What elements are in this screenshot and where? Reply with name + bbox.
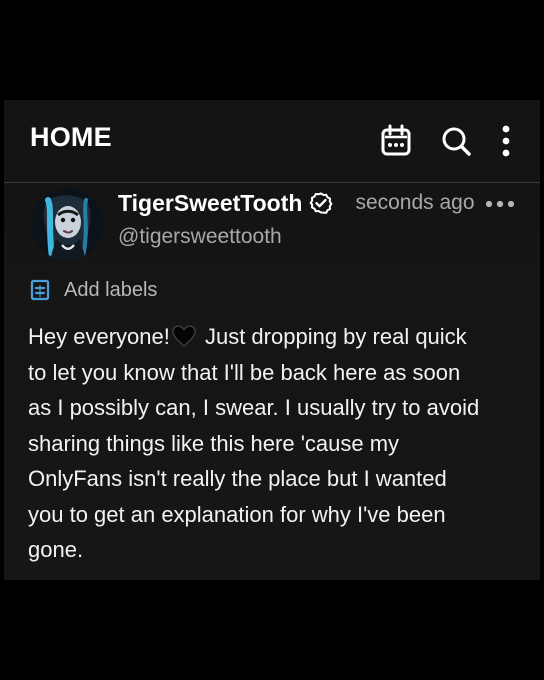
author-username[interactable]: @tigersweettooth <box>118 225 282 249</box>
more-vertical-icon[interactable] <box>496 124 516 158</box>
add-labels-label: Add labels <box>64 278 158 301</box>
label-icon <box>30 279 50 301</box>
avatar[interactable] <box>31 188 103 260</box>
page-title: HOME <box>30 122 112 152</box>
add-labels-button[interactable]: Add labels <box>30 276 157 304</box>
author-row: TigerSweetTooth seconds ago <box>118 187 475 219</box>
black-heart-icon <box>171 324 197 348</box>
post-body: Hey everyone! Just dropping by real quic… <box>28 319 528 568</box>
post-body-intro: Hey everyone! <box>28 324 170 349</box>
post-body-message: Just dropping by real quick to let you k… <box>28 324 480 562</box>
verified-badge-icon <box>309 191 333 215</box>
post-card: TigerSweetTooth seconds ago @tigersweett… <box>4 183 540 580</box>
calendar-icon[interactable] <box>380 124 412 158</box>
app-screen: HOME TigerSweetTooth seconds ago @tigers… <box>4 100 540 580</box>
more-horizontal-icon[interactable] <box>484 196 516 212</box>
post-timestamp: seconds ago <box>355 191 475 214</box>
author-display-name[interactable]: TigerSweetTooth <box>118 190 302 217</box>
top-bar: HOME <box>4 100 540 182</box>
search-icon[interactable] <box>440 124 472 158</box>
